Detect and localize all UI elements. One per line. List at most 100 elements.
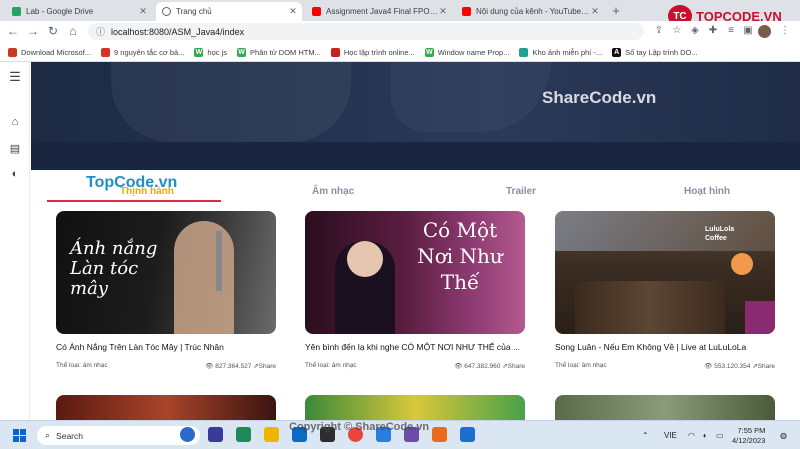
browser-tab[interactable]: Lab - Google Drive ✕	[6, 2, 152, 21]
close-tab-icon[interactable]: ✕	[438, 6, 448, 17]
link-icon	[8, 47, 17, 57]
theme-toggle-icon[interactable]: ◐	[8, 168, 22, 180]
home-icon[interactable]: ⌂	[66, 24, 80, 38]
w-icon: W	[194, 47, 204, 57]
youtube-icon	[462, 7, 471, 16]
video-card[interactable]: LuluLola Coffee Song Luân - Nếu Em Không…	[555, 211, 775, 370]
search-placeholder: Search	[56, 430, 83, 441]
site-info-icon[interactable]: ⓘ	[96, 25, 105, 38]
bookmark-item[interactable]: W Phân tử DOM HTM...	[237, 47, 321, 57]
new-tab-button[interactable]: +	[609, 3, 623, 18]
tab-trailer[interactable]: Trailer	[506, 186, 536, 197]
file-explorer-icon[interactable]	[264, 427, 279, 442]
close-tab-icon[interactable]: ✕	[590, 6, 600, 17]
forward-arrow-icon[interactable]: →	[26, 24, 40, 38]
reload-icon[interactable]: ↻	[46, 24, 60, 38]
video-card[interactable]: Có Một Nơi Như Thế Yên bình đến lạ khi n…	[305, 211, 525, 370]
video-thumbnail[interactable]	[305, 395, 525, 420]
sidepanel-icon[interactable]: ▣	[741, 25, 755, 36]
bookmark-label: Window name Prop...	[437, 47, 510, 57]
share-link[interactable]: ⇗Share	[502, 363, 525, 370]
windows-start-icon[interactable]	[13, 429, 26, 442]
home-icon[interactable]: ⌂	[8, 116, 22, 128]
sharecode-watermark: ShareCode.vn	[542, 88, 657, 107]
bookmark-item[interactable]: Kho ảnh miễn phí -...	[519, 47, 603, 57]
eye-icon: 👁	[704, 363, 715, 370]
search-icon: ⌕	[45, 430, 51, 440]
bookmark-icon	[330, 47, 340, 57]
page-sidebar: ☰ ⌂ ▤ ◐	[0, 62, 30, 420]
url-bar[interactable]: ⓘ localhost:8080/ASM_Java4/index	[88, 23, 644, 40]
share-link[interactable]: ⇗Share	[752, 363, 775, 370]
system-clock[interactable]: 7:55 PM 4/12/2023	[732, 426, 765, 446]
menu-list-icon[interactable]: ≡	[724, 25, 738, 36]
store-icon[interactable]	[236, 427, 251, 442]
tab-title: Assignment Java4 Final FPOLY IT	[326, 7, 438, 16]
bookmark-label: Học lập trình online...	[343, 47, 415, 57]
eye-icon: 👁	[454, 363, 465, 370]
bookmark-item[interactable]: Whọc js	[194, 47, 227, 57]
video-genre: Thể loại: âm nhạc	[555, 362, 607, 369]
banner-figure	[111, 62, 351, 142]
video-thumbnail[interactable]: Ánh nắng Làn tóc mây	[56, 211, 276, 334]
share-label: Share	[507, 363, 525, 370]
view-count: 553.120.354	[714, 363, 751, 370]
singer-figure	[174, 221, 234, 334]
video-title[interactable]: Song Luân - Nếu Em Không Về | Live at Lu…	[555, 342, 775, 352]
tab-music[interactable]: Âm nhạc	[312, 186, 354, 197]
bookmark-label: Download Microsof...	[21, 47, 92, 57]
bookmark-label: Kho ảnh miễn phí -...	[532, 47, 603, 57]
hamburger-menu-icon[interactable]: ☰	[8, 69, 22, 85]
video-thumbnail[interactable]	[555, 395, 775, 420]
video-stats: 👁 827.364.527 ⇗Share	[205, 362, 276, 370]
tray-chevron-icon[interactable]: ⌃	[642, 431, 649, 440]
flowers	[745, 301, 775, 334]
browser-tab[interactable]: Assignment Java4 Final FPOLY IT ✕	[306, 2, 452, 21]
share-icon[interactable]: ⇪	[652, 25, 666, 36]
video-thumbnail[interactable]: Có Một Nơi Như Thế	[305, 211, 525, 334]
close-tab-icon[interactable]: ✕	[138, 6, 148, 17]
w-icon: W	[237, 47, 247, 57]
browser-tab[interactable]: Nội dung của kênh - YouTube Stu ✕	[456, 2, 604, 21]
video-thumbnail[interactable]: LuluLola Coffee	[555, 211, 775, 334]
wifi-icon[interactable]: ◠	[688, 431, 695, 440]
back-arrow-icon[interactable]: ←	[6, 24, 20, 38]
stage-light	[731, 253, 753, 275]
widgets-icon[interactable]	[180, 427, 195, 442]
extension-icon[interactable]: ◈	[688, 25, 702, 36]
bookmark-item[interactable]: Download Microsof...	[8, 47, 92, 57]
video-title[interactable]: Yên bình đến lạ khi nghe CÓ MỘT NƠI NHƯ …	[305, 342, 525, 352]
share-link[interactable]: ⇗Share	[253, 363, 276, 370]
bookmark-item[interactable]: 9 nguyên tắc cơ bả...	[101, 47, 184, 57]
video-thumbnail[interactable]	[56, 395, 276, 420]
battery-icon[interactable]: ▭	[716, 431, 724, 440]
notification-icon[interactable]: ◍	[780, 431, 787, 440]
puzzle-icon[interactable]: ✚	[706, 25, 720, 36]
taskbar-search[interactable]: ⌕ Search	[37, 426, 200, 445]
tab-title: Lab - Google Drive	[26, 7, 94, 16]
video-card[interactable]: Ánh nắng Làn tóc mây Có Ánh Nắng Trên Là…	[56, 211, 276, 370]
image-icon	[519, 47, 529, 57]
google-drive-icon	[12, 7, 21, 16]
app-icon[interactable]	[432, 427, 447, 442]
task-view-icon[interactable]	[208, 427, 223, 442]
tab-animation[interactable]: Hoạt hình	[684, 186, 730, 197]
profile-avatar[interactable]	[758, 25, 771, 38]
close-tab-icon[interactable]: ✕	[288, 6, 298, 17]
volume-icon[interactable]: ◖	[702, 431, 707, 440]
bookmark-item[interactable]: A Sổ tay Lập trình DO...	[612, 47, 698, 57]
bookmark-item[interactable]: Học lập trình online...	[330, 47, 415, 57]
video-stats: 👁 647.382.960 ⇗Share	[454, 362, 525, 370]
thumbnail-text: LuluLola Coffee	[705, 226, 735, 242]
thumbnail-text: Ánh nắng Làn tóc mây	[70, 238, 158, 299]
id-card-icon[interactable]: ▤	[8, 142, 22, 155]
kebab-menu-icon[interactable]: ⋮	[778, 25, 792, 36]
video-title[interactable]: Có Ánh Nắng Trên Làn Tóc Mây | Trúc Nhân	[56, 342, 276, 352]
app-icon[interactable]	[460, 427, 475, 442]
bookmark-icon	[101, 47, 111, 57]
bookmark-star-icon[interactable]: ☆	[670, 25, 684, 36]
language-indicator[interactable]: VIE	[664, 431, 677, 440]
bookmark-item[interactable]: W Window name Prop...	[424, 47, 510, 57]
browser-tab-active[interactable]: Trang chủ ✕	[156, 2, 302, 21]
copyright-watermark: Copyright © ShareCode.vn	[289, 421, 430, 433]
